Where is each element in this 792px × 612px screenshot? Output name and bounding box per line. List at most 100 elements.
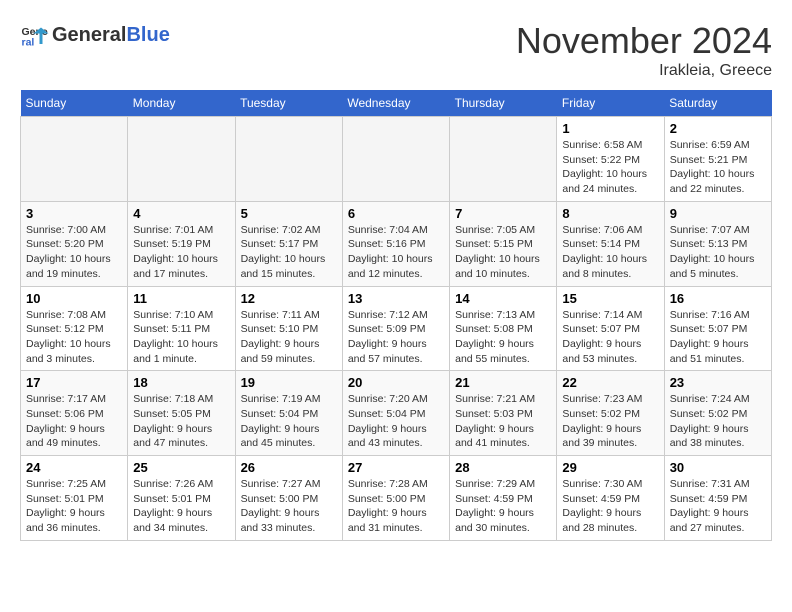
- calendar-cell: 23 Sunrise: 7:24 AMSunset: 5:02 PMDayligh…: [664, 371, 771, 456]
- weekday-header-friday: Friday: [557, 90, 664, 117]
- day-number: 8: [562, 206, 658, 221]
- title-section: November 2024 Irakleia, Greece: [516, 20, 772, 80]
- day-number: 1: [562, 121, 658, 136]
- calendar-cell: [128, 117, 235, 202]
- calendar-cell: [342, 117, 449, 202]
- calendar-cell: 21Sunrise: 7:21 AMSunset: 5:03 PMDayligh…: [450, 371, 557, 456]
- day-detail: Sunrise: 7:27 AMSunset: 5:00 PMDaylight:…: [241, 477, 337, 536]
- day-detail: Sunrise: 6:59 AMSunset: 5:21 PMDaylight:…: [670, 138, 766, 197]
- day-number: 22: [562, 375, 658, 390]
- calendar-week-row: 3Sunrise: 7:00 AMSunset: 5:20 PMDaylight…: [21, 201, 772, 286]
- calendar-cell: [21, 117, 128, 202]
- day-number: 12: [241, 291, 337, 306]
- day-detail: Sunrise: 7:16 AMSunset: 5:07 PMDaylight:…: [670, 308, 766, 367]
- calendar-cell: 11 Sunrise: 7:10 AMSunset: 5:11 PMDayligh…: [128, 286, 235, 371]
- day-detail: Sunrise: 7:31 AMSunset: 4:59 PMDaylight:…: [670, 477, 766, 536]
- day-number: 13: [348, 291, 444, 306]
- day-detail: Sunrise: 7:07 AMSunset: 5:13 PMDaylight:…: [670, 223, 766, 282]
- day-detail: Sunrise: 7:13 AMSunset: 5:08 PMDaylight:…: [455, 308, 551, 367]
- day-number: 28: [455, 460, 551, 475]
- day-number: 24: [26, 460, 122, 475]
- day-number: 20: [348, 375, 444, 390]
- calendar-cell: 26 Sunrise: 7:27 AMSunset: 5:00 PMDayligh…: [235, 456, 342, 541]
- day-detail: Sunrise: 7:10 AMSunset: 5:11 PMDaylight:…: [133, 308, 229, 367]
- calendar-cell: 15 Sunrise: 7:14 AMSunset: 5:07 PMDayligh…: [557, 286, 664, 371]
- calendar-cell: 16 Sunrise: 7:16 AMSunset: 5:07 PMDayligh…: [664, 286, 771, 371]
- day-detail: Sunrise: 7:30 AMSunset: 4:59 PMDaylight:…: [562, 477, 658, 536]
- day-detail: Sunrise: 7:24 AMSunset: 5:02 PMDaylight:…: [670, 392, 766, 451]
- month-title: November 2024: [516, 20, 772, 62]
- day-detail: Sunrise: 7:19 AMSunset: 5:04 PMDaylight:…: [241, 392, 337, 451]
- logo-blue-text: Blue: [126, 24, 169, 47]
- day-number: 30: [670, 460, 766, 475]
- day-number: 19: [241, 375, 337, 390]
- day-number: 26: [241, 460, 337, 475]
- day-detail: Sunrise: 7:01 AMSunset: 5:19 PMDaylight:…: [133, 223, 229, 282]
- svg-text:ral: ral: [22, 37, 35, 49]
- calendar-cell: 12Sunrise: 7:11 AMSunset: 5:10 PMDayligh…: [235, 286, 342, 371]
- calendar-cell: 8Sunrise: 7:06 AMSunset: 5:14 PMDaylight…: [557, 201, 664, 286]
- calendar-cell: 13 Sunrise: 7:12 AMSunset: 5:09 PMDayligh…: [342, 286, 449, 371]
- day-number: 14: [455, 291, 551, 306]
- calendar-cell: [450, 117, 557, 202]
- weekday-header-tuesday: Tuesday: [235, 90, 342, 117]
- day-number: 23: [670, 375, 766, 390]
- calendar-cell: 6Sunrise: 7:04 AMSunset: 5:16 PMDaylight…: [342, 201, 449, 286]
- weekday-header-saturday: Saturday: [664, 90, 771, 117]
- calendar-cell: 28 Sunrise: 7:29 AMSunset: 4:59 PMDayligh…: [450, 456, 557, 541]
- day-number: 16: [670, 291, 766, 306]
- day-detail: Sunrise: 7:18 AMSunset: 5:05 PMDaylight:…: [133, 392, 229, 451]
- calendar-cell: 5 Sunrise: 7:02 AMSunset: 5:17 PMDaylight…: [235, 201, 342, 286]
- day-detail: Sunrise: 7:26 AMSunset: 5:01 PMDaylight:…: [133, 477, 229, 536]
- day-number: 21: [455, 375, 551, 390]
- calendar-cell: 19 Sunrise: 7:19 AMSunset: 5:04 PMDayligh…: [235, 371, 342, 456]
- calendar-cell: 14 Sunrise: 7:13 AMSunset: 5:08 PMDayligh…: [450, 286, 557, 371]
- calendar-cell: 25 Sunrise: 7:26 AMSunset: 5:01 PMDayligh…: [128, 456, 235, 541]
- day-detail: Sunrise: 7:02 AMSunset: 5:17 PMDaylight:…: [241, 223, 337, 282]
- day-number: 27: [348, 460, 444, 475]
- calendar-cell: 24Sunrise: 7:25 AMSunset: 5:01 PMDayligh…: [21, 456, 128, 541]
- day-number: 9: [670, 206, 766, 221]
- calendar-cell: 30 Sunrise: 7:31 AMSunset: 4:59 PMDayligh…: [664, 456, 771, 541]
- calendar-cell: 3Sunrise: 7:00 AMSunset: 5:20 PMDaylight…: [21, 201, 128, 286]
- calendar-cell: 18 Sunrise: 7:18 AMSunset: 5:05 PMDayligh…: [128, 371, 235, 456]
- day-detail: Sunrise: 7:28 AMSunset: 5:00 PMDaylight:…: [348, 477, 444, 536]
- logo: Gene ral General Blue: [20, 20, 170, 50]
- day-number: 17: [26, 375, 122, 390]
- calendar-week-row: 1 Sunrise: 6:58 AMSunset: 5:22 PMDaylight…: [21, 117, 772, 202]
- calendar-cell: 17Sunrise: 7:17 AMSunset: 5:06 PMDayligh…: [21, 371, 128, 456]
- day-number: 6: [348, 206, 444, 221]
- calendar-cell: 9 Sunrise: 7:07 AMSunset: 5:13 PMDaylight…: [664, 201, 771, 286]
- calendar-cell: 1 Sunrise: 6:58 AMSunset: 5:22 PMDaylight…: [557, 117, 664, 202]
- location: Irakleia, Greece: [516, 62, 772, 80]
- calendar-cell: [235, 117, 342, 202]
- day-detail: Sunrise: 7:12 AMSunset: 5:09 PMDaylight:…: [348, 308, 444, 367]
- calendar-cell: 22Sunrise: 7:23 AMSunset: 5:02 PMDayligh…: [557, 371, 664, 456]
- calendar-cell: 10Sunrise: 7:08 AMSunset: 5:12 PMDayligh…: [21, 286, 128, 371]
- calendar-cell: 27 Sunrise: 7:28 AMSunset: 5:00 PMDayligh…: [342, 456, 449, 541]
- day-detail: Sunrise: 6:58 AMSunset: 5:22 PMDaylight:…: [562, 138, 658, 197]
- calendar-week-row: 10Sunrise: 7:08 AMSunset: 5:12 PMDayligh…: [21, 286, 772, 371]
- calendar-cell: 7 Sunrise: 7:05 AMSunset: 5:15 PMDaylight…: [450, 201, 557, 286]
- day-number: 25: [133, 460, 229, 475]
- day-detail: Sunrise: 7:14 AMSunset: 5:07 PMDaylight:…: [562, 308, 658, 367]
- weekday-header-thursday: Thursday: [450, 90, 557, 117]
- day-number: 29: [562, 460, 658, 475]
- day-number: 5: [241, 206, 337, 221]
- day-number: 15: [562, 291, 658, 306]
- day-number: 18: [133, 375, 229, 390]
- calendar-cell: 2 Sunrise: 6:59 AMSunset: 5:21 PMDaylight…: [664, 117, 771, 202]
- day-number: 7: [455, 206, 551, 221]
- calendar-table: SundayMondayTuesdayWednesdayThursdayFrid…: [20, 90, 772, 541]
- day-number: 11: [133, 291, 229, 306]
- calendar-cell: 29 Sunrise: 7:30 AMSunset: 4:59 PMDayligh…: [557, 456, 664, 541]
- calendar-cell: 20Sunrise: 7:20 AMSunset: 5:04 PMDayligh…: [342, 371, 449, 456]
- weekday-header-wednesday: Wednesday: [342, 90, 449, 117]
- logo-general-text: General: [52, 24, 126, 47]
- day-detail: Sunrise: 7:29 AMSunset: 4:59 PMDaylight:…: [455, 477, 551, 536]
- page-header: Gene ral General Blue November 2024 Irak…: [20, 20, 772, 80]
- weekday-header-sunday: Sunday: [21, 90, 128, 117]
- day-number: 2: [670, 121, 766, 136]
- day-detail: Sunrise: 7:05 AMSunset: 5:15 PMDaylight:…: [455, 223, 551, 282]
- day-number: 10: [26, 291, 122, 306]
